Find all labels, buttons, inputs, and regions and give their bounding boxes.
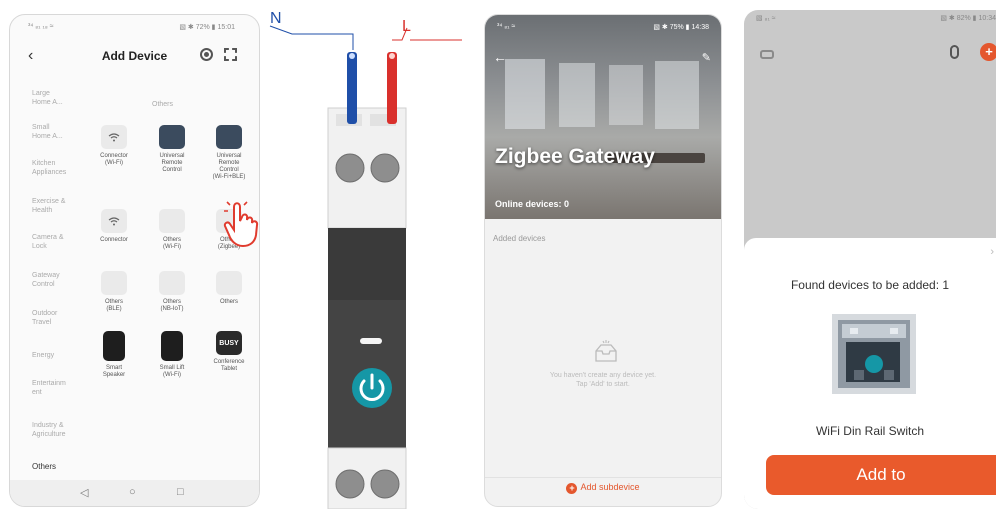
device-icon [159,271,185,295]
nav-back-button[interactable]: ◁ [80,486,88,499]
device-tile[interactable]: Connector [86,209,142,244]
status-bar: ▧ ₈₁ ≈ ▧ ✱ 82% ▮ 10:34 [756,14,996,22]
plus-circle-icon: + [566,483,578,494]
system-nav-bar: ◁ ○ □ [10,480,259,506]
device-icon [216,125,242,149]
page-title: Add Device [101,49,168,63]
device-label: Others (NB-IoT) [160,299,184,312]
qr-scan-icon[interactable] [224,48,237,61]
nav-home-button[interactable]: ○ [129,486,136,498]
device-thumbnail [832,314,916,394]
device-name: WiFi Din Rail Switch [815,424,924,438]
empty-text-line-1: You haven't create any device yet. [549,372,657,379]
gateway-hero-image [485,15,721,219]
scan-target-icon[interactable] [200,48,213,61]
found-devices-count: Found devices to be added: 1 [790,278,950,292]
device-label: Conference Tablet [213,359,245,372]
sidebar-category[interactable]: Outdoor Travel [32,309,92,327]
device-label: Connector (Wi-Fi) [100,153,128,166]
nav-recents-button[interactable]: □ [177,486,184,498]
sidebar-category[interactable]: Industry & Agriculture [32,421,92,439]
found-devices-screen: ▧ ₈₁ ≈ ▧ ✱ 82% ▮ 10:34 + › Found devices… [744,10,996,509]
status-signal: ³⁴ ₈₁ ≈ [497,23,516,30]
found-devices-sheet: › Found devices to be added: 1 WiFi Din … [744,238,996,509]
device-tile[interactable]: Universal Remote Control [144,125,200,174]
device-label: Others (BLE) [104,299,123,312]
status-battery-time: ▧ ✱ 82% ▮ 10:34 [940,15,996,22]
device-icon [103,331,125,361]
device-label: Universal Remote Control (Wi-Fi+BLE) [212,153,246,180]
sidebar-category[interactable]: Others [32,462,92,471]
empty-text-line-2: Tap 'Add' to start. [576,381,630,388]
add-subdevice-button[interactable]: + Add subdevice [485,482,721,504]
empty-state-text: You haven't create any device yet. Tap '… [485,371,721,389]
sidebar-category[interactable]: Camera & Lock [32,233,92,251]
status-bar: ³⁴ ₈₁ ≈ ▧ ✱ 75% ▮ 14:38 [497,23,709,31]
device-icon [159,209,185,233]
device-label: Small Lift (Wi-Fi) [159,365,185,378]
sidebar-category[interactable]: Small Home A... [32,123,92,141]
add-device-screen: ³⁴ ₈₁ ₁₈ ≈ ▧ ✱ 72% ▮ 15:01 ‹ Add Device … [9,14,260,507]
add-to-button[interactable]: Add to [766,455,996,495]
device-label: Smart Speaker [102,365,126,378]
sidebar-category[interactable]: Gateway Control [32,271,92,289]
add-subdevice-label: Add subdevice [580,482,640,492]
device-icon [216,271,242,295]
edit-pencil-icon[interactable]: ✎ [702,51,711,64]
device-icon [161,331,183,361]
zigbee-gateway-screen: ³⁴ ₈₁ ≈ ▧ ✱ 75% ▮ 14:38 ← ✎ Zigbee Gatew… [484,14,722,507]
device-icon [159,125,185,149]
add-device-icon[interactable]: + [980,43,996,61]
online-devices-count: Online devices: 0 [495,199,570,209]
device-label: Others [219,299,238,305]
sidebar-category[interactable]: Large Home A... [32,89,92,107]
header: ‹ Add Device [10,45,259,71]
section-title: Others [152,101,174,108]
added-devices-label: Added devices [493,234,546,243]
neutral-wire [347,52,357,124]
divider [485,477,721,478]
status-signal: ³⁴ ₈₁ ₁₈ ≈ [28,23,54,30]
device-tile[interactable]: Small Lift (Wi-Fi) [144,331,200,379]
device-tile[interactable]: Others [201,271,257,306]
busy-tablet-icon: BUSY [216,331,242,355]
status-signal: ▧ ₈₁ ≈ [756,15,776,22]
device-tile[interactable]: BUSY Conference Tablet [201,331,257,373]
home-icon[interactable] [760,50,774,59]
status-battery-time: ▧ ✱ 75% ▮ 14:38 [653,24,709,31]
sidebar-category[interactable]: Entertainm ent [32,379,92,397]
microphone-icon[interactable] [950,45,959,59]
device-tile[interactable]: Others (BLE) [86,271,142,313]
wifi-icon [101,209,127,233]
empty-tray-icon [595,340,617,362]
device-icon [101,271,127,295]
device-label: Universal Remote Control [159,153,185,173]
close-chevron-icon[interactable]: › [990,246,994,258]
sidebar-category[interactable]: Energy [32,351,92,360]
device-tile[interactable]: Smart Speaker [86,331,142,379]
device-label: Connector [100,237,128,243]
din-rail-switch-diagram [269,25,462,509]
device-tile[interactable]: Universal Remote Control (Wi-Fi+BLE) [201,125,257,181]
status-bar: ³⁴ ₈₁ ₁₈ ≈ ▧ ✱ 72% ▮ 15:01 [10,15,259,37]
live-wire [387,52,397,124]
device-tile[interactable]: Others (NB-IoT) [144,271,200,313]
device-label: Others (Wi-Fi) [162,237,181,250]
sidebar-category[interactable]: Exercise & Health [32,197,92,215]
device-tile[interactable]: Connector (Wi-Fi) [86,125,142,167]
sidebar-category[interactable]: Kitchen Appliances [32,159,92,177]
tap-hand-icon [223,201,259,248]
wifi-icon [101,125,127,149]
status-battery-time: ▧ ✱ 72% ▮ 15:01 [179,24,235,31]
back-arrow-icon[interactable]: ← [493,49,507,65]
gateway-title: Zigbee Gateway [495,145,655,168]
device-tile[interactable]: Others (Wi-Fi) [144,209,200,251]
